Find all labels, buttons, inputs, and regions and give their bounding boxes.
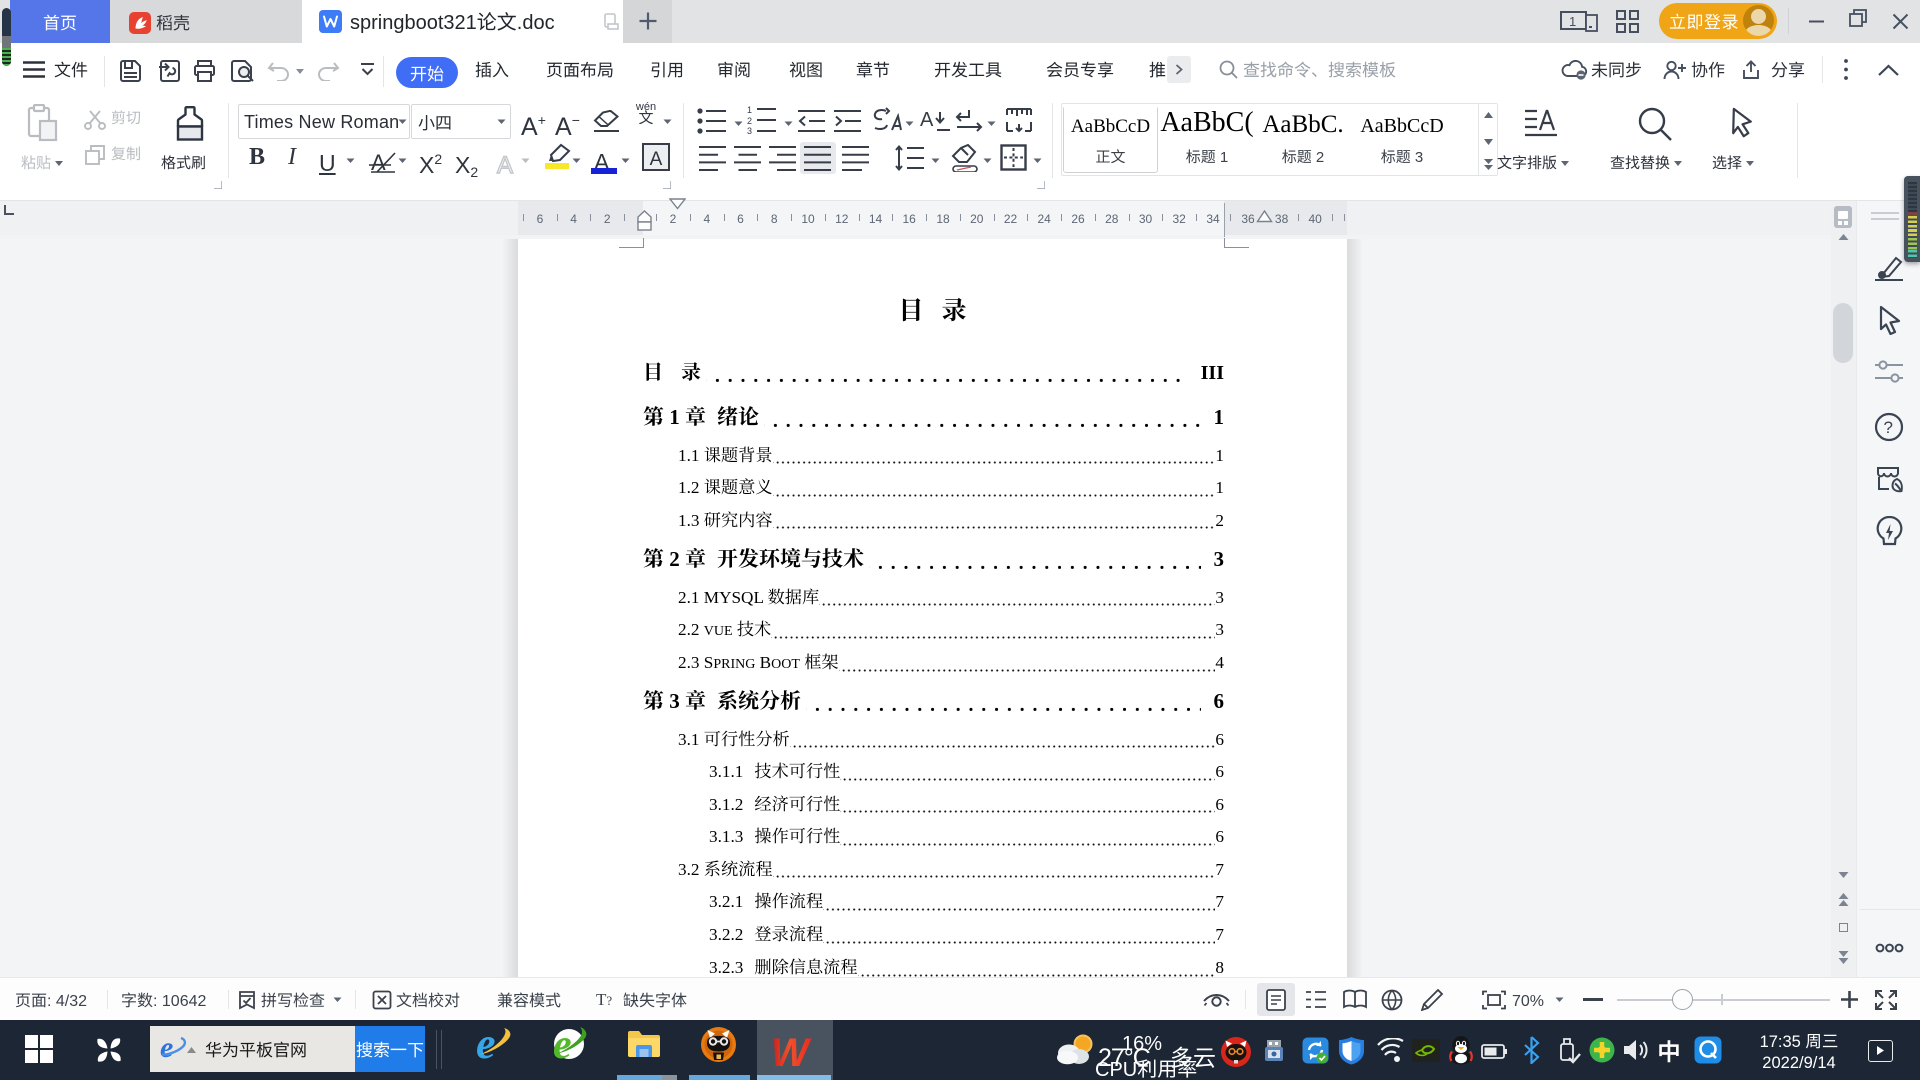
svg-text:2: 2 — [747, 116, 752, 126]
svg-text:e: e — [553, 1025, 572, 1062]
svg-text:1: 1 — [747, 106, 752, 115]
svg-text:e: e — [476, 1025, 496, 1062]
svg-text:W: W — [772, 1031, 812, 1068]
svg-text:3: 3 — [747, 126, 752, 134]
svg-text:A: A — [920, 109, 934, 131]
svg-text:e: e — [160, 1033, 173, 1063]
svg-text:?: ? — [1884, 418, 1893, 437]
svg-text:1: 1 — [1569, 14, 1576, 29]
